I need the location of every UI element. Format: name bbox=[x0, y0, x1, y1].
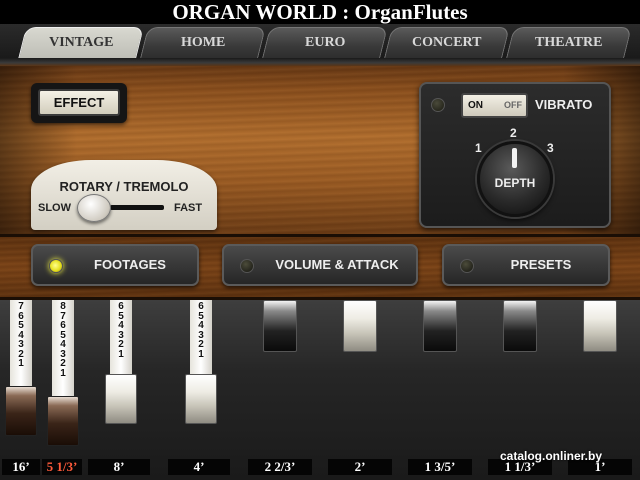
drawbar-16-handle[interactable] bbox=[5, 386, 37, 436]
depth-scale-2: 2 bbox=[510, 126, 517, 140]
effect-button[interactable]: EFFECT bbox=[38, 89, 120, 116]
watermark-text: catalog.onliner.by bbox=[500, 449, 603, 463]
vibrato-led-indicator bbox=[431, 98, 445, 112]
drawbar-16-scale: 7654321 bbox=[10, 302, 32, 369]
rotary-tremolo-title: ROTARY / TREMOLO bbox=[59, 179, 189, 194]
app-title: ORGAN WORLD : OrganFlutes bbox=[0, 0, 640, 24]
footage-label-8: 8’ bbox=[88, 459, 150, 475]
panel-bevel bbox=[0, 58, 640, 66]
rotary-tremolo-panel bbox=[31, 160, 217, 230]
footage-label-1-3-5: 1 3/5’ bbox=[408, 459, 472, 475]
footages-label: FOOTAGES bbox=[94, 257, 166, 272]
depth-knob-pointer bbox=[512, 148, 517, 168]
scale-mark: 1 bbox=[198, 348, 204, 360]
scale-mark: 1 bbox=[118, 348, 124, 360]
drawbar-4-handle[interactable] bbox=[185, 374, 217, 424]
footages-button[interactable]: FOOTAGES bbox=[31, 244, 199, 286]
vibrato-on-label: ON bbox=[468, 100, 483, 111]
rotary-switch-knob[interactable] bbox=[77, 194, 111, 222]
scale-mark: 1 bbox=[18, 358, 24, 369]
drawbar-4-scale: 654321 bbox=[190, 302, 212, 359]
footage-label-4: 4’ bbox=[168, 459, 230, 475]
drawbar-1-handle[interactable] bbox=[583, 300, 617, 352]
drawbar-8-handle[interactable] bbox=[105, 374, 137, 424]
drawbar-5-1-3-scale: 87654321 bbox=[52, 302, 74, 378]
tab-label: VINTAGE bbox=[48, 35, 114, 50]
tab-home[interactable]: HOME bbox=[140, 27, 266, 58]
volume-attack-button[interactable]: VOLUME & ATTACK bbox=[222, 244, 418, 286]
depth-label: DEPTH bbox=[494, 176, 536, 190]
scale-mark: 1 bbox=[60, 367, 66, 379]
presets-label: PRESETS bbox=[510, 257, 572, 272]
tab-bar: VINTAGE HOME EURO CONCERT THEATRE bbox=[0, 24, 640, 59]
volume-attack-label: VOLUME & ATTACK bbox=[275, 257, 399, 272]
rotary-fast-label: FAST bbox=[174, 202, 203, 214]
footage-label-2-2-3: 2 2/3’ bbox=[248, 459, 312, 475]
tab-label: HOME bbox=[180, 35, 226, 50]
footage-label-16: 16’ bbox=[2, 459, 40, 475]
tab-vintage[interactable]: VINTAGE bbox=[18, 27, 144, 59]
tab-concert[interactable]: CONCERT bbox=[384, 27, 510, 58]
tab-theatre[interactable]: THEATRE bbox=[506, 27, 632, 58]
drawbar-2-2-3-handle[interactable] bbox=[263, 300, 297, 352]
drawbar-1-1-3-handle[interactable] bbox=[503, 300, 537, 352]
rotary-slow-label: SLOW bbox=[38, 202, 71, 214]
tab-label: CONCERT bbox=[412, 35, 482, 50]
drawbar-5-1-3-handle[interactable] bbox=[47, 396, 79, 446]
drawbar-1-3-5-handle[interactable] bbox=[423, 300, 457, 352]
vibrato-off-label: OFF bbox=[504, 100, 522, 110]
drawbar-2-handle[interactable] bbox=[343, 300, 377, 352]
rotary-switch-track[interactable] bbox=[110, 205, 164, 210]
footage-label-5-1-3: 5 1/3’ bbox=[42, 459, 82, 475]
drawbar-8-scale: 654321 bbox=[110, 302, 132, 359]
tab-euro[interactable]: EURO bbox=[262, 27, 388, 58]
footage-label-2: 2’ bbox=[328, 459, 392, 475]
tab-label: EURO bbox=[304, 35, 346, 50]
tab-label: THEATRE bbox=[535, 35, 603, 50]
presets-button[interactable]: PRESETS bbox=[442, 244, 610, 286]
vibrato-label: VIBRATO bbox=[535, 97, 593, 112]
strip-divider bbox=[0, 234, 640, 237]
depth-scale-3: 3 bbox=[547, 141, 554, 155]
depth-scale-1: 1 bbox=[475, 141, 482, 155]
